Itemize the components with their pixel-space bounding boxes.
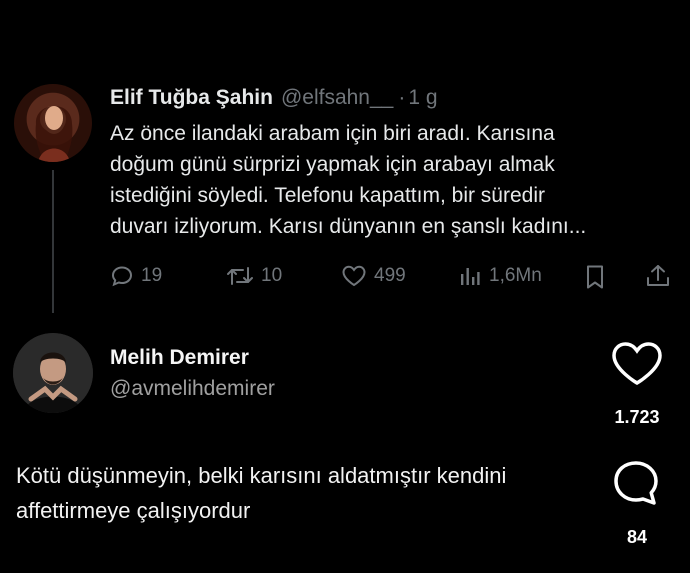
like-count: 499 xyxy=(374,265,406,286)
comment-reply-count: 84 xyxy=(626,527,648,547)
share-button[interactable] xyxy=(645,263,671,289)
bookmark-icon xyxy=(587,265,603,289)
views-button[interactable]: 1,6Mn xyxy=(458,264,542,288)
tweet-handle[interactable]: @elfsahn__ xyxy=(281,86,393,110)
tweet-text-line: doğum günü sürprizi yapmak için arabayı … xyxy=(110,153,555,176)
tweet-text: Az önce ilandaki arabam için biri aradı.… xyxy=(110,118,680,242)
comment-reply-button[interactable] xyxy=(612,459,660,507)
share-icon xyxy=(647,265,669,286)
views-chart-icon xyxy=(461,268,480,285)
tweet-text-line: istediğini söyledi. Telefonu kapattım, b… xyxy=(110,184,546,207)
heart-outline-icon xyxy=(612,342,662,386)
commenter-handle[interactable]: @avmelihdemirer xyxy=(110,377,275,401)
thread-line xyxy=(52,170,54,313)
comment-text: Kötü düşünmeyin, belki karısını aldatmış… xyxy=(16,458,676,528)
tweet-author-avatar[interactable] xyxy=(14,84,92,162)
commenter-name[interactable]: Melih Demirer xyxy=(110,346,249,370)
comment-text-line: affettirmeye çalışıyordur xyxy=(16,498,251,523)
repost-button[interactable]: 10 xyxy=(226,264,282,288)
bookmark-button[interactable] xyxy=(584,264,606,290)
tweet-text-line: Az önce ilandaki arabam için biri aradı.… xyxy=(110,122,555,145)
comment-like-button[interactable] xyxy=(610,340,664,388)
reply-count: 19 xyxy=(141,265,163,286)
reply-icon xyxy=(111,266,133,287)
comment-like-count: 1.723 xyxy=(614,407,660,427)
heart-icon xyxy=(342,265,366,287)
speech-bubble-icon xyxy=(614,461,658,505)
repost-icon xyxy=(227,267,253,285)
tweet-author-name[interactable]: Elif Tuğba Şahin xyxy=(110,86,273,110)
tweet-text-line: duvarı izliyorum. Karısı dünyanın en şan… xyxy=(110,215,587,238)
like-button[interactable]: 499 xyxy=(341,264,406,288)
reply-button[interactable]: 19 xyxy=(110,264,162,288)
views-count: 1,6Mn xyxy=(489,265,542,286)
commenter-avatar[interactable] xyxy=(13,333,93,413)
repost-count: 10 xyxy=(261,265,283,286)
meta-separator: · xyxy=(398,86,406,109)
comment-text-line: Kötü düşünmeyin, belki karısını aldatmış… xyxy=(16,463,507,488)
tweet-timestamp[interactable]: 1 g xyxy=(408,86,437,110)
